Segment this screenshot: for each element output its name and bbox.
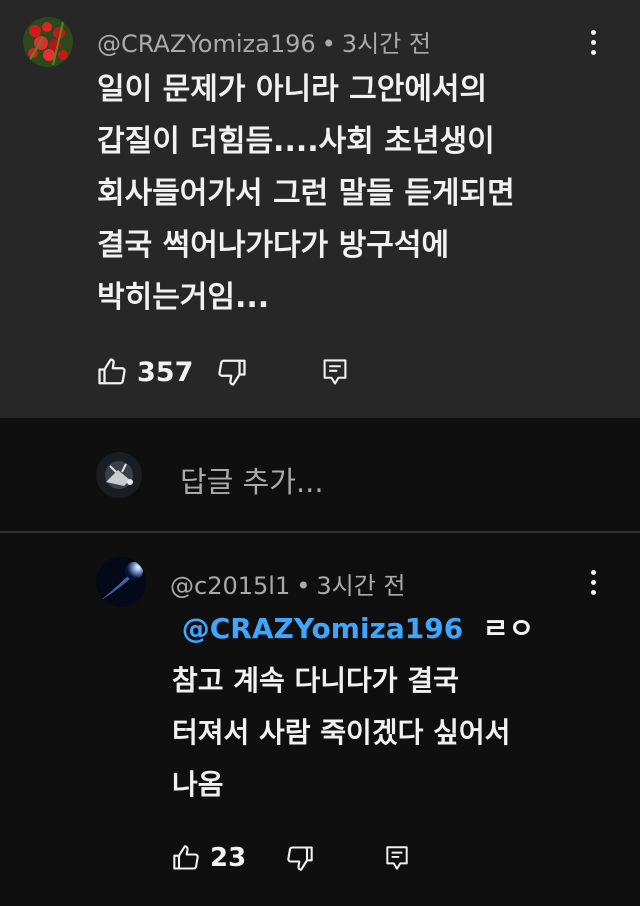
thumbs-down-icon — [218, 359, 246, 386]
add-reply-input[interactable]: 답글 추가... — [180, 459, 324, 501]
comment-line: 박히는거임... — [97, 280, 270, 315]
thumbs-down-icon — [287, 846, 313, 871]
reply-actions: 23 — [172, 838, 410, 878]
reply-author-avatar[interactable] — [96, 557, 146, 607]
comment-thread: @CRAZYomiza196 • 3시간 전 일이 문제가 아니라 그안에서의 갑질… — [0, 0, 640, 906]
reply-line: 나옴 — [172, 768, 224, 801]
reply-time: 3시간 전 — [316, 572, 406, 600]
thumbs-up-icon — [98, 358, 126, 385]
reply-line: 참고 계속 다니다가 결국 — [172, 664, 459, 697]
thumbs-up-icon — [173, 845, 199, 870]
reply-meta: @c2015l1 • 3시간 전 — [170, 566, 406, 601]
author-name[interactable]: @CRAZYomiza196 — [97, 30, 316, 58]
divider — [0, 531, 640, 533]
comment-line: 갑질이 더힘듬....사회 초년생이 — [97, 124, 495, 159]
mention-suffix: ㄹㅇ — [482, 612, 535, 645]
comment-text: 일이 문제가 아니라 그안에서의 갑질이 더힘듬....사회 초년생이 회사들어… — [97, 64, 515, 324]
reply-line: 터져서 사람 죽이겠다 싶어서 — [172, 716, 511, 749]
mention-link[interactable]: @CRAZYomiza196 — [182, 612, 463, 645]
reply-button[interactable] — [384, 844, 410, 872]
dislike-button[interactable] — [286, 844, 314, 872]
reply-first-line: @CRAZYomiza196 ㄹㅇ — [172, 603, 534, 655]
reply-icon — [386, 846, 408, 870]
comment-line: 결국 썩어나가다가 방구석에 — [97, 228, 450, 263]
comment-meta: @CRAZYomiza196 • 3시간 전 — [97, 24, 431, 59]
reply-button[interactable] — [321, 357, 349, 387]
more-vert-icon[interactable] — [578, 22, 608, 62]
reply-icon — [323, 359, 347, 385]
reply-author-name[interactable]: @c2015l1 — [170, 572, 290, 600]
like-button[interactable]: 23 — [172, 843, 246, 873]
dislike-button[interactable] — [217, 357, 247, 387]
more-vert-icon[interactable] — [578, 562, 608, 602]
user-avatar — [96, 452, 142, 498]
like-count: 23 — [210, 843, 247, 873]
comment-time: 3시간 전 — [341, 30, 431, 58]
like-button[interactable]: 357 — [97, 357, 193, 388]
add-reply-row: 답글 추가... — [0, 428, 640, 528]
comment-line: 일이 문제가 아니라 그안에서의 — [97, 72, 488, 107]
comment-actions: 357 — [97, 352, 349, 392]
meta-separator: • — [296, 572, 311, 600]
reply-text: @CRAZYomiza196 ㄹㅇ 참고 계속 다니다가 결국 터져서 사람 죽… — [172, 603, 534, 811]
main-comment: @CRAZYomiza196 • 3시간 전 일이 문제가 아니라 그안에서의 갑질… — [0, 0, 640, 418]
like-count: 357 — [137, 356, 194, 388]
author-avatar[interactable] — [23, 17, 73, 67]
meta-separator: • — [321, 30, 336, 58]
comment-line: 회사들어가서 그런 말들 듣게되면 — [97, 176, 515, 211]
